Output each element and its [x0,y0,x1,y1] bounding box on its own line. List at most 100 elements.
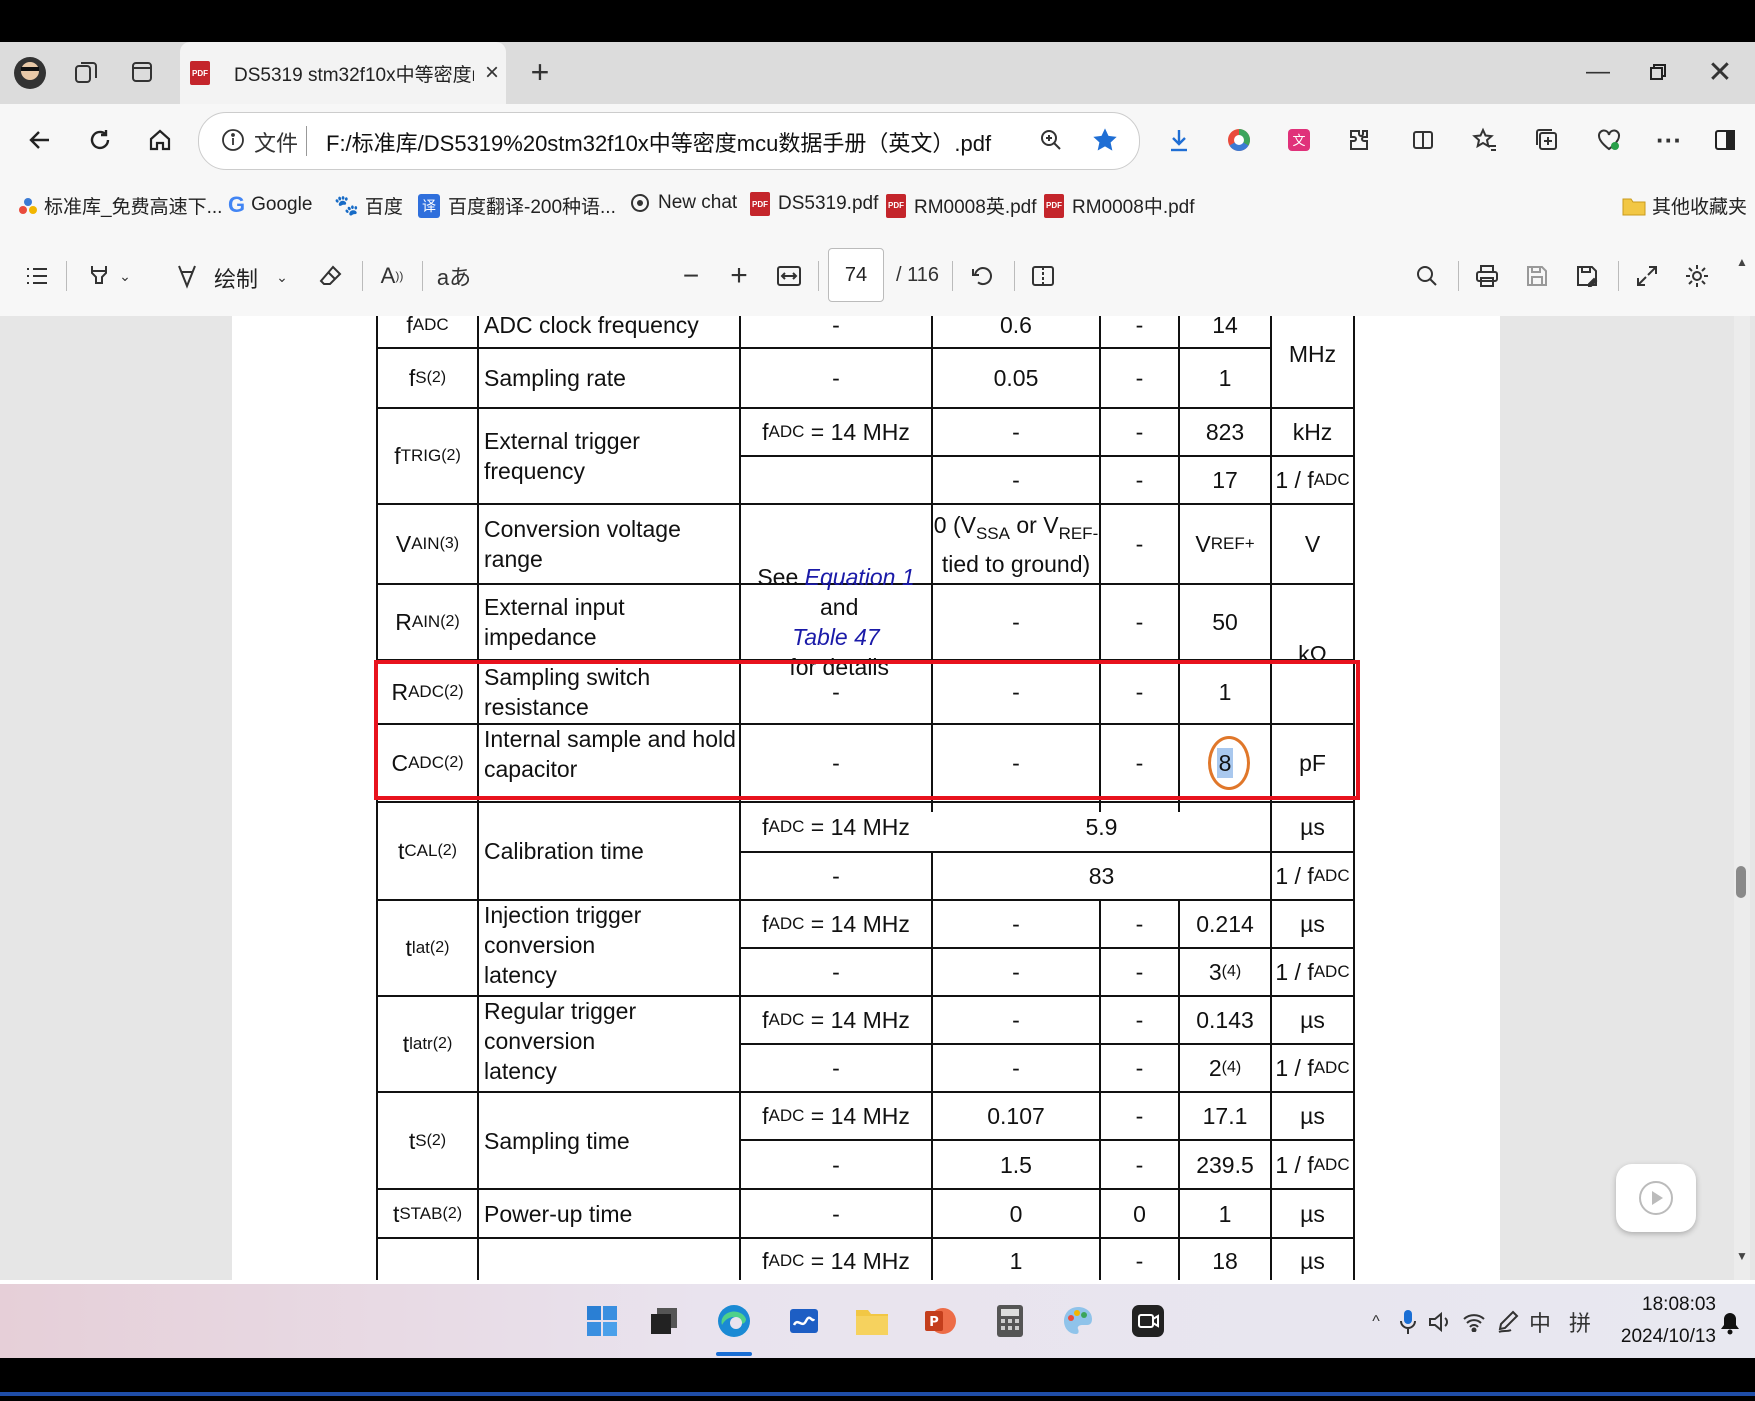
url-scheme: 文件 [254,131,299,156]
bookmark-google[interactable]: G Google [228,192,312,218]
active-tab[interactable]: PDF DS5319 stm32f10x中等密度mcu数据手册 × [180,42,506,104]
print-icon[interactable] [1470,258,1504,294]
chevron-down-icon: ⌄ [119,267,131,284]
minimize-icon[interactable]: — [1582,52,1614,92]
bookmark-rm0008-cn[interactable]: PDF RM0008中.pdf [1044,192,1195,219]
bottom-accent-line [0,1392,1755,1396]
microphone-icon[interactable] [1396,1306,1420,1338]
contents-list-icon[interactable] [20,258,54,294]
toolbar-divider [1458,261,1459,291]
camera-app-icon[interactable] [1128,1300,1168,1342]
bookmark-baidu[interactable]: 🐾 百度 [334,192,403,219]
page-view-icon[interactable] [1026,258,1060,294]
workspaces-icon[interactable] [70,52,102,92]
favorite-star-icon[interactable] [1088,122,1122,158]
wifi-icon[interactable] [1460,1306,1488,1338]
eraser-icon[interactable] [314,258,348,294]
pen-icon[interactable] [1494,1306,1522,1338]
start-windows-icon[interactable] [582,1300,622,1342]
powerpoint-icon[interactable]: P [920,1300,960,1342]
bookmark-ds5319[interactable]: PDF DS5319.pdf [750,192,878,216]
show-hidden-icons[interactable]: ^ [1364,1308,1388,1336]
bookmark-label: 百度翻译-200种语... [448,197,616,218]
restore-icon[interactable] [1642,52,1674,92]
clock-time[interactable]: 18:08:03 [1606,1294,1716,1316]
toolbar-divider [818,261,819,291]
whiteboard-icon[interactable] [784,1300,824,1342]
translate-extension-icon[interactable]: 文 [1282,122,1316,158]
save-as-icon[interactable] [1570,258,1604,294]
chat-icon [631,194,649,212]
page-total: / 116 [896,264,939,286]
svg-text:文: 文 [1292,134,1305,149]
close-tab-icon[interactable]: × [480,59,504,87]
tab-title: DS5319 stm32f10x中等密度mcu数据手册 [234,64,474,86]
notification-bell-icon[interactable] [1716,1308,1744,1338]
toolbar-divider [422,261,423,291]
top-bar [0,0,1755,42]
floating-play-button[interactable] [1616,1164,1696,1232]
file-explorer-icon[interactable] [852,1300,892,1342]
rotate-icon[interactable] [966,258,1000,294]
browser-essentials-icon[interactable] [1592,122,1626,158]
sidebar-toggle-icon[interactable] [1708,122,1742,158]
volume-icon[interactable] [1426,1306,1454,1338]
active-app-indicator [716,1352,752,1356]
home-icon[interactable] [140,118,180,162]
bookmark-label: RM0008英.pdf [914,197,1037,218]
bookmark-rm0008-en[interactable]: PDF RM0008英.pdf [886,192,1037,219]
draw-tool-icon[interactable] [172,258,202,294]
translate-text-icon[interactable]: aあ [434,258,474,294]
toolbar-divider [362,261,363,291]
scrollbar-thumb[interactable] [1736,866,1746,898]
scroll-up-icon[interactable]: ▲ [1734,254,1750,270]
new-tab-icon[interactable]: + [524,52,556,92]
profile-avatar-icon[interactable] [12,50,48,96]
back-icon[interactable] [20,118,60,162]
toolbar-divider [1014,261,1015,291]
zoom-icon[interactable] [1034,122,1068,158]
bookmark-baidu-translate[interactable]: 译 百度翻译-200种语... [418,192,616,219]
url-text[interactable]: F:/标准库/DS5319%20stm32f10x中等密度mcu数据手册（英文）… [326,126,991,158]
settings-gear-icon[interactable] [1680,258,1714,294]
extension-color-icon[interactable] [1222,122,1256,158]
edge-browser-icon[interactable] [712,1300,756,1342]
zoom-in-icon[interactable]: + [722,258,756,294]
calculator-icon[interactable] [990,1300,1030,1342]
collections-icon[interactable] [1530,122,1564,158]
fit-width-icon[interactable] [772,258,806,294]
info-icon[interactable] [218,124,248,156]
download-icon[interactable] [1162,122,1196,158]
other-favorites[interactable]: 其他收藏夹 [1622,192,1747,219]
zoom-out-icon[interactable]: − [674,258,708,294]
search-icon[interactable] [1410,258,1444,294]
tab-actions-icon[interactable] [126,52,158,92]
task-view-icon[interactable] [644,1300,684,1342]
close-window-icon[interactable]: ✕ [1704,52,1736,92]
bookmark-label: 标准库_免费高速下... [44,197,223,218]
chevron-down-icon[interactable]: ⌄ [272,262,292,292]
ime-layout[interactable]: 拼 [1566,1306,1594,1338]
scrollbar-track[interactable] [1734,316,1750,1280]
pdf-icon: PDF [750,192,770,216]
extensions-icon[interactable] [1342,122,1376,158]
bookmark-item[interactable]: 标准库_免费高速下... [18,192,222,219]
save-icon[interactable] [1520,258,1554,294]
read-aloud-icon[interactable]: A)) [374,258,410,294]
pdf-icon: PDF [1044,193,1064,218]
svg-text:P: P [929,1315,939,1330]
refresh-icon[interactable] [80,118,120,162]
scroll-down-icon[interactable]: ▼ [1734,1248,1750,1264]
clock-date[interactable]: 2024/10/13 [1606,1326,1716,1348]
bookmark-new-chat[interactable]: New chat [630,192,737,214]
draw-label[interactable]: 绘制 [214,262,258,294]
split-screen-icon[interactable] [1406,122,1440,158]
highlight-tool-icon[interactable]: ⌄ [80,258,138,294]
more-options-icon[interactable]: ··· [1652,122,1686,158]
favorites-icon[interactable] [1468,122,1502,158]
ime-mode[interactable]: 中 [1526,1306,1554,1338]
pdf-page [232,316,1500,1280]
page-number-input[interactable]: 74 [828,248,884,302]
paint-icon[interactable] [1058,1300,1098,1342]
fullscreen-icon[interactable] [1630,258,1664,294]
